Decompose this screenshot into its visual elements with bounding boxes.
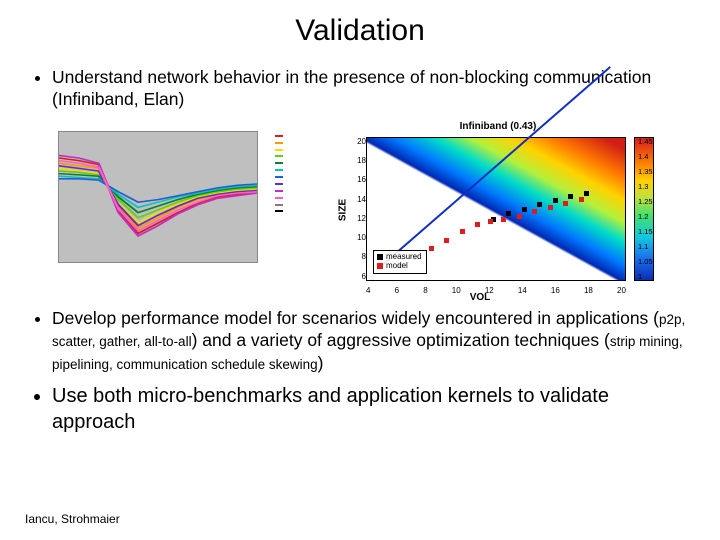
legend-model: model (386, 261, 408, 270)
heatmap-colorbar-ticks: 1.45 1.4 1.35 1.3 1.25 1.2 1.15 1.1 1.05… (638, 137, 664, 281)
heatmap-xlabel: VOL (334, 292, 626, 303)
bullet-1: Understand network behavior in the prese… (52, 66, 692, 111)
heatmap-legend: measured model (373, 250, 427, 274)
bullet-3: Use both micro-benchmarks and applicatio… (52, 384, 692, 435)
heatmap-ylabel: SIZE (338, 199, 349, 221)
slide: Validation Understand network behavior i… (0, 0, 720, 540)
heatmap-title: Infiniband (0.43) (334, 121, 662, 132)
heatmap-area: measured model (366, 137, 626, 281)
bullet-2: Develop performance model for scenarios … (52, 307, 692, 374)
lineplot-area (58, 131, 258, 263)
figures-row: Infiniband (0.43) SIZE 20 18 16 14 12 10… (36, 121, 692, 299)
figure-left-lineplot (36, 121, 316, 283)
heatmap-yticks: 20 18 16 14 12 10 8 6 (352, 137, 366, 281)
legend-measured: measured (386, 252, 422, 261)
bullet-list-top: Understand network behavior in the prese… (28, 66, 692, 111)
lineplot-legend (264, 133, 314, 216)
bullet-list-bottom: Develop performance model for scenarios … (28, 307, 692, 435)
slide-title: Validation (28, 14, 692, 48)
figure-right-heatmap: Infiniband (0.43) SIZE 20 18 16 14 12 10… (334, 121, 662, 299)
footer-authors: Iancu, Strohmaier (25, 512, 120, 526)
lineplot-svg (59, 132, 257, 262)
